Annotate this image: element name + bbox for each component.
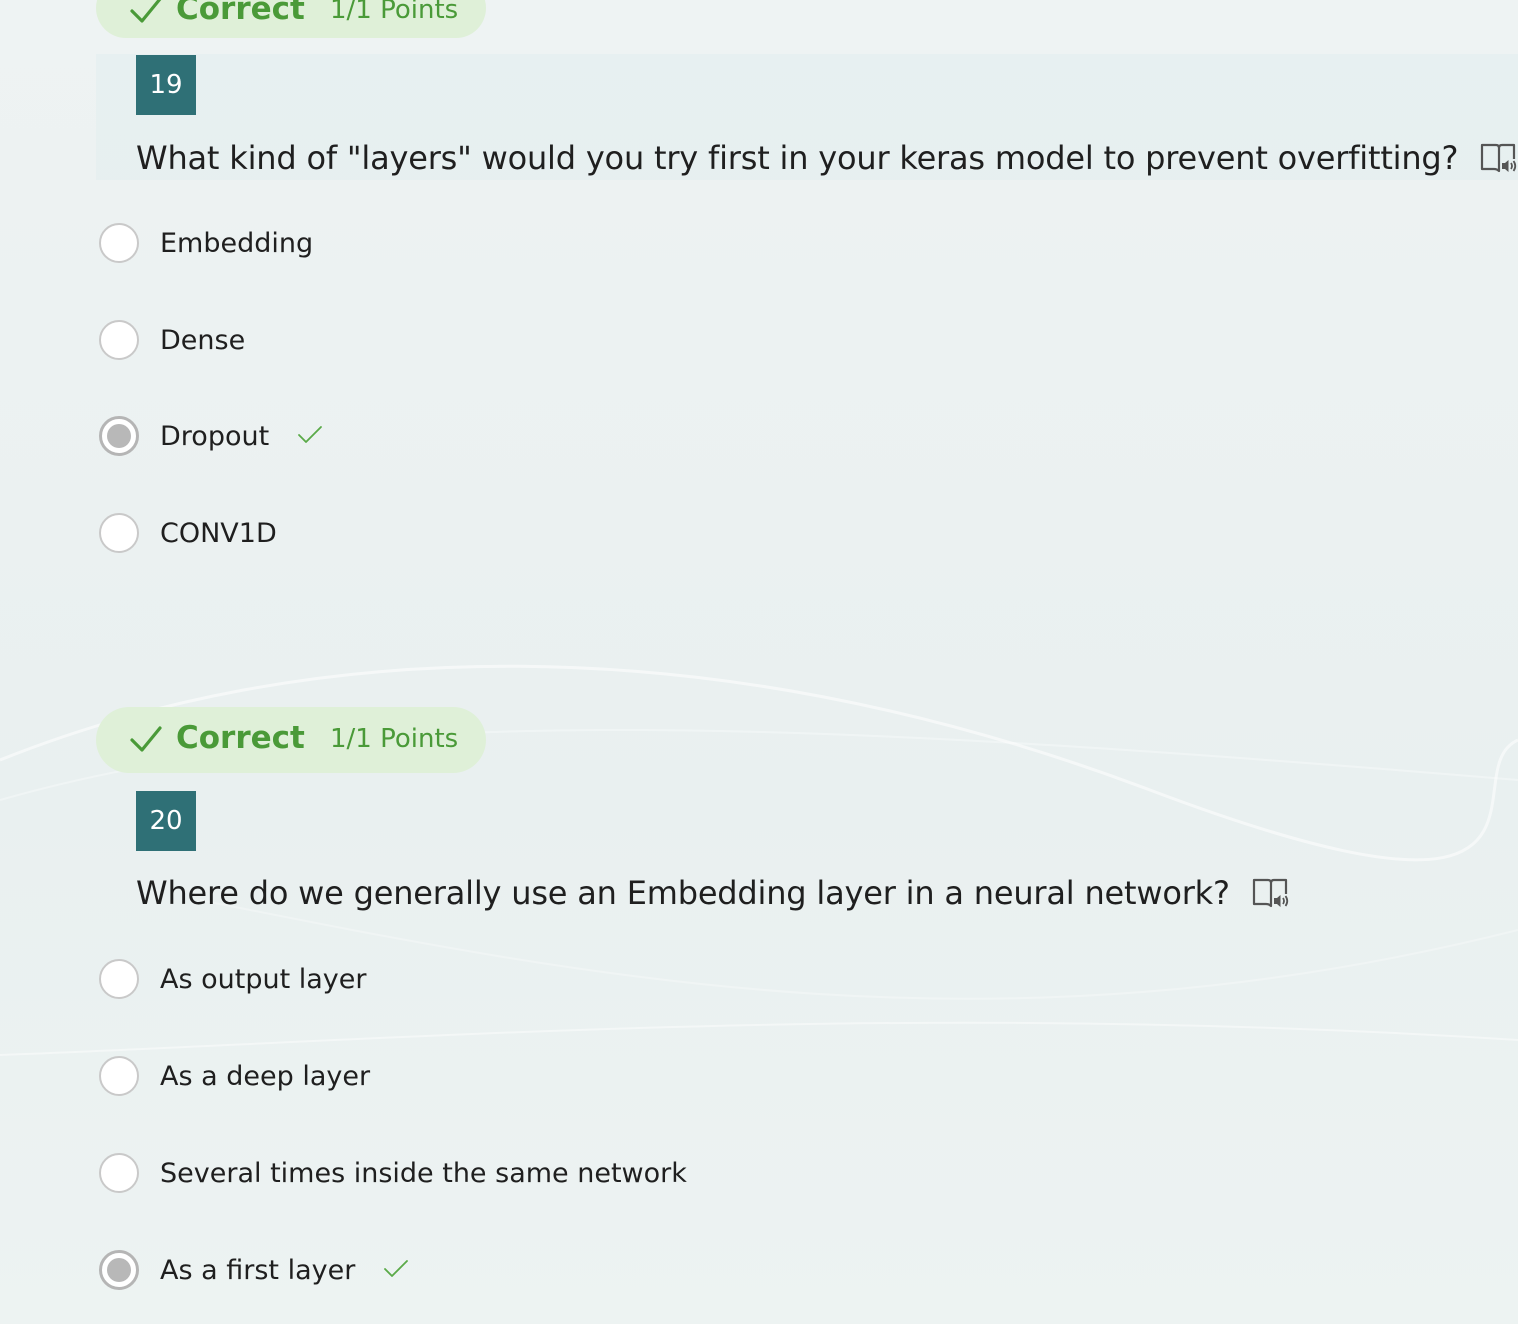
option-as-a-deep-layer[interactable]: As a deep layer [99, 1056, 799, 1100]
radio-button[interactable] [99, 513, 139, 553]
question-text-label: Where do we generally use an Embedding l… [136, 874, 1230, 912]
result-label: Correct [176, 0, 305, 27]
result-pill: Correct 1/1 Points [96, 0, 486, 38]
immersive-reader-icon[interactable] [1252, 876, 1290, 910]
option-conv1d[interactable]: CONV1D [99, 513, 799, 557]
correct-answer-check-icon [384, 1259, 409, 1277]
radio-button[interactable] [99, 959, 139, 999]
option-as-output-layer[interactable]: As output layer [99, 959, 799, 1003]
result-points: 1/1 Points [330, 724, 459, 754]
option-as-a-first-layer[interactable]: As a first layer [99, 1250, 799, 1294]
check-icon [130, 726, 162, 752]
radio-button[interactable] [99, 1056, 139, 1096]
correct-answer-check-icon [298, 425, 323, 443]
background-wave [0, 664, 1518, 1056]
immersive-reader-icon[interactable] [1480, 141, 1518, 175]
option-label: Dropout [160, 416, 323, 458]
radio-button[interactable] [99, 320, 139, 360]
option-label: Embedding [160, 228, 314, 259]
result-label: Correct [176, 720, 305, 756]
question-text-label: What kind of "layers" would you try firs… [136, 139, 1459, 177]
radio-button-selected[interactable] [99, 1250, 139, 1290]
radio-button[interactable] [99, 1153, 139, 1193]
option-label: As a first layer [160, 1250, 409, 1292]
option-several-times[interactable]: Several times inside the same network [99, 1153, 799, 1197]
option-label: Dense [160, 325, 246, 356]
option-dropout[interactable]: Dropout [99, 416, 799, 460]
radio-button[interactable] [99, 223, 139, 263]
question-text: What kind of "layers" would you try firs… [136, 136, 1518, 180]
option-embedding[interactable]: Embedding [99, 223, 799, 267]
radio-button-selected[interactable] [99, 416, 139, 456]
result-pill: Correct 1/1 Points [96, 707, 486, 773]
option-label: Several times inside the same network [160, 1158, 687, 1189]
option-dense[interactable]: Dense [99, 320, 799, 364]
option-label: As output layer [160, 964, 367, 995]
question-number: 19 [136, 55, 196, 115]
check-icon [130, 0, 162, 23]
option-label: As a deep layer [160, 1061, 371, 1092]
question-number: 20 [136, 791, 196, 851]
question-text: Where do we generally use an Embedding l… [136, 871, 1290, 915]
option-label: CONV1D [160, 518, 277, 549]
result-points: 1/1 Points [330, 0, 459, 25]
